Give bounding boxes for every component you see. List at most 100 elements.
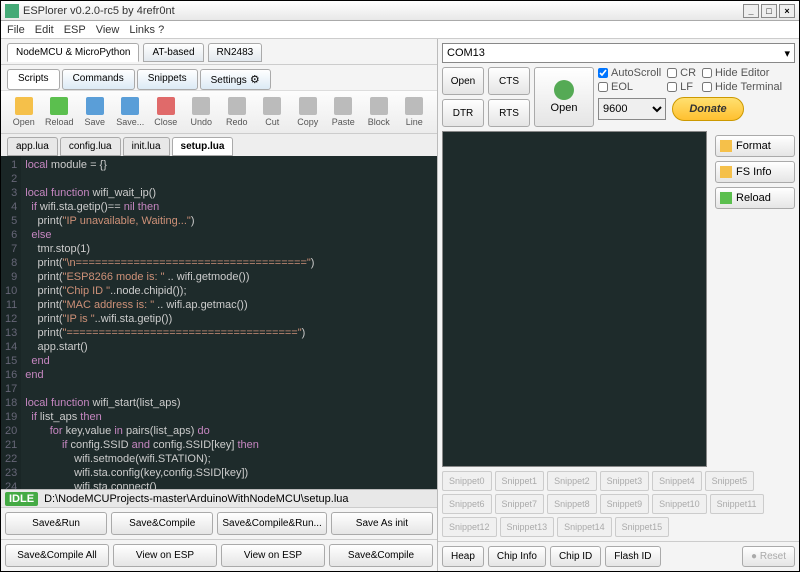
- toolbar-line[interactable]: Line: [398, 95, 432, 129]
- sub-tab[interactable]: Settings ⚙: [200, 69, 271, 90]
- paste-icon: [334, 97, 352, 115]
- maximize-button[interactable]: □: [761, 4, 777, 18]
- rts-button[interactable]: RTS: [488, 99, 530, 127]
- side-fs-info[interactable]: FS Info: [715, 161, 795, 183]
- snippet-button[interactable]: Snippet9: [600, 494, 650, 514]
- save...-icon: [121, 97, 139, 115]
- port-value: COM13: [447, 47, 485, 59]
- window-title: ESPlorer v0.2.0-rc5 by 4refr0nt: [23, 5, 743, 17]
- toolbar-paste[interactable]: Paste: [327, 95, 361, 129]
- snippet-button[interactable]: Snippet13: [500, 517, 555, 537]
- toolbar-open[interactable]: Open: [7, 95, 41, 129]
- menu-bar: File Edit ESP View Links ?: [1, 21, 799, 39]
- toolbar-redo[interactable]: Redo: [220, 95, 254, 129]
- status-path: D:\NodeMCUProjects-master\ArduinoWithNod…: [44, 493, 348, 505]
- minimize-button[interactable]: _: [743, 4, 759, 18]
- footer-button[interactable]: Chip ID: [550, 546, 601, 567]
- left-panel: NodeMCU & MicroPythonAT-based RN2483 Scri…: [1, 39, 438, 571]
- action-button[interactable]: Save&Compile&Run...: [217, 512, 327, 535]
- snippet-button[interactable]: Snippet4: [652, 471, 702, 491]
- action-button[interactable]: Save&Compile All: [5, 544, 109, 567]
- snippet-button[interactable]: Snippet0: [442, 471, 492, 491]
- sub-tab[interactable]: Snippets: [137, 69, 198, 90]
- open-icon: [15, 97, 33, 115]
- cts-button[interactable]: CTS: [488, 67, 530, 95]
- snippet-button[interactable]: Snippet14: [557, 517, 612, 537]
- menu-edit[interactable]: Edit: [35, 24, 54, 36]
- action-button[interactable]: View on ESP: [113, 544, 217, 567]
- redo-icon: [228, 97, 246, 115]
- open-big-button[interactable]: Open: [534, 67, 594, 127]
- snippet-button[interactable]: Snippet15: [615, 517, 670, 537]
- toolbar-block[interactable]: Block: [362, 95, 396, 129]
- baud-select[interactable]: 9600: [598, 98, 666, 120]
- app-icon: [5, 4, 19, 18]
- footer-button[interactable]: Heap: [442, 546, 484, 567]
- toolbar-save...[interactable]: Save...: [114, 95, 148, 129]
- action-button[interactable]: Save&Run: [5, 512, 107, 535]
- undo-icon: [192, 97, 210, 115]
- open-button[interactable]: Open: [442, 67, 484, 95]
- line-icon: [405, 97, 423, 115]
- file-tab[interactable]: config.lua: [60, 137, 121, 156]
- action-button[interactable]: Save&Compile: [329, 544, 433, 567]
- toolbar-close[interactable]: Close: [149, 95, 183, 129]
- menu-view[interactable]: View: [96, 24, 120, 36]
- terminal-console[interactable]: [442, 131, 707, 467]
- snippet-button[interactable]: Snippet7: [495, 494, 545, 514]
- status-idle: IDLE: [5, 492, 38, 506]
- close-button[interactable]: ×: [779, 4, 795, 18]
- dtr-button[interactable]: DTR: [442, 99, 484, 127]
- toolbar-reload[interactable]: Reload: [43, 95, 77, 129]
- menu-esp[interactable]: ESP: [64, 24, 86, 36]
- right-panel: COM13▾ Open DTR CTS RTS Open AutoScroll …: [438, 39, 799, 571]
- snippet-button[interactable]: Snippet10: [652, 494, 707, 514]
- mode-tab[interactable]: AT-based: [143, 43, 203, 62]
- port-select[interactable]: COM13 ▾: [442, 43, 795, 63]
- action-button[interactable]: View on ESP: [221, 544, 325, 567]
- toolbar-undo[interactable]: Undo: [185, 95, 219, 129]
- copy-icon: [299, 97, 317, 115]
- dropdown-icon: ▾: [784, 47, 790, 60]
- hide-terminal-check[interactable]: Hide Terminal: [702, 81, 782, 93]
- toolbar-cut[interactable]: Cut: [256, 95, 290, 129]
- cr-check[interactable]: CR: [667, 67, 696, 79]
- reset-button[interactable]: ● Reset: [742, 546, 795, 567]
- toolbar-copy[interactable]: Copy: [291, 95, 325, 129]
- eol-check[interactable]: EOL: [598, 81, 661, 93]
- menu-file[interactable]: File: [7, 24, 25, 36]
- file-tab[interactable]: app.lua: [7, 137, 58, 156]
- snippet-button[interactable]: Snippet1: [495, 471, 545, 491]
- action-button[interactable]: Save&Compile: [111, 512, 213, 535]
- snippet-button[interactable]: Snippet8: [547, 494, 597, 514]
- toolbar-save[interactable]: Save: [78, 95, 112, 129]
- snippet-button[interactable]: Snippet5: [705, 471, 755, 491]
- sub-tab[interactable]: Commands: [62, 69, 135, 90]
- save-icon: [86, 97, 104, 115]
- snippet-button[interactable]: Snippet2: [547, 471, 597, 491]
- footer-button[interactable]: Chip Info: [488, 546, 546, 567]
- side-format[interactable]: Format: [715, 135, 795, 157]
- file-tab[interactable]: init.lua: [123, 137, 170, 156]
- refresh-icon: [554, 80, 574, 100]
- menu-links[interactable]: Links ?: [129, 24, 164, 36]
- sub-tab[interactable]: Scripts: [7, 69, 60, 90]
- code-editor[interactable]: 1234567891011121314151617181920212223242…: [1, 156, 437, 489]
- hide-editor-check[interactable]: Hide Editor: [702, 67, 782, 79]
- snippet-button[interactable]: Snippet12: [442, 517, 497, 537]
- side-reload[interactable]: Reload: [715, 187, 795, 209]
- donate-button[interactable]: Donate: [672, 97, 744, 121]
- mode-tab[interactable]: RN2483: [208, 43, 263, 62]
- reload-icon: [50, 97, 68, 115]
- status-bar: IDLE D:\NodeMCUProjects-master\ArduinoWi…: [1, 489, 437, 507]
- open-big-label: Open: [551, 102, 578, 114]
- lf-check[interactable]: LF: [667, 81, 696, 93]
- action-button[interactable]: Save As init: [331, 512, 433, 535]
- footer-button[interactable]: Flash ID: [605, 546, 660, 567]
- snippet-button[interactable]: Snippet11: [710, 494, 764, 514]
- file-tab[interactable]: setup.lua: [172, 137, 234, 156]
- snippet-button[interactable]: Snippet3: [600, 471, 650, 491]
- autoscroll-check[interactable]: AutoScroll: [598, 67, 661, 79]
- mode-tab[interactable]: NodeMCU & MicroPython: [7, 43, 139, 62]
- snippet-button[interactable]: Snippet6: [442, 494, 492, 514]
